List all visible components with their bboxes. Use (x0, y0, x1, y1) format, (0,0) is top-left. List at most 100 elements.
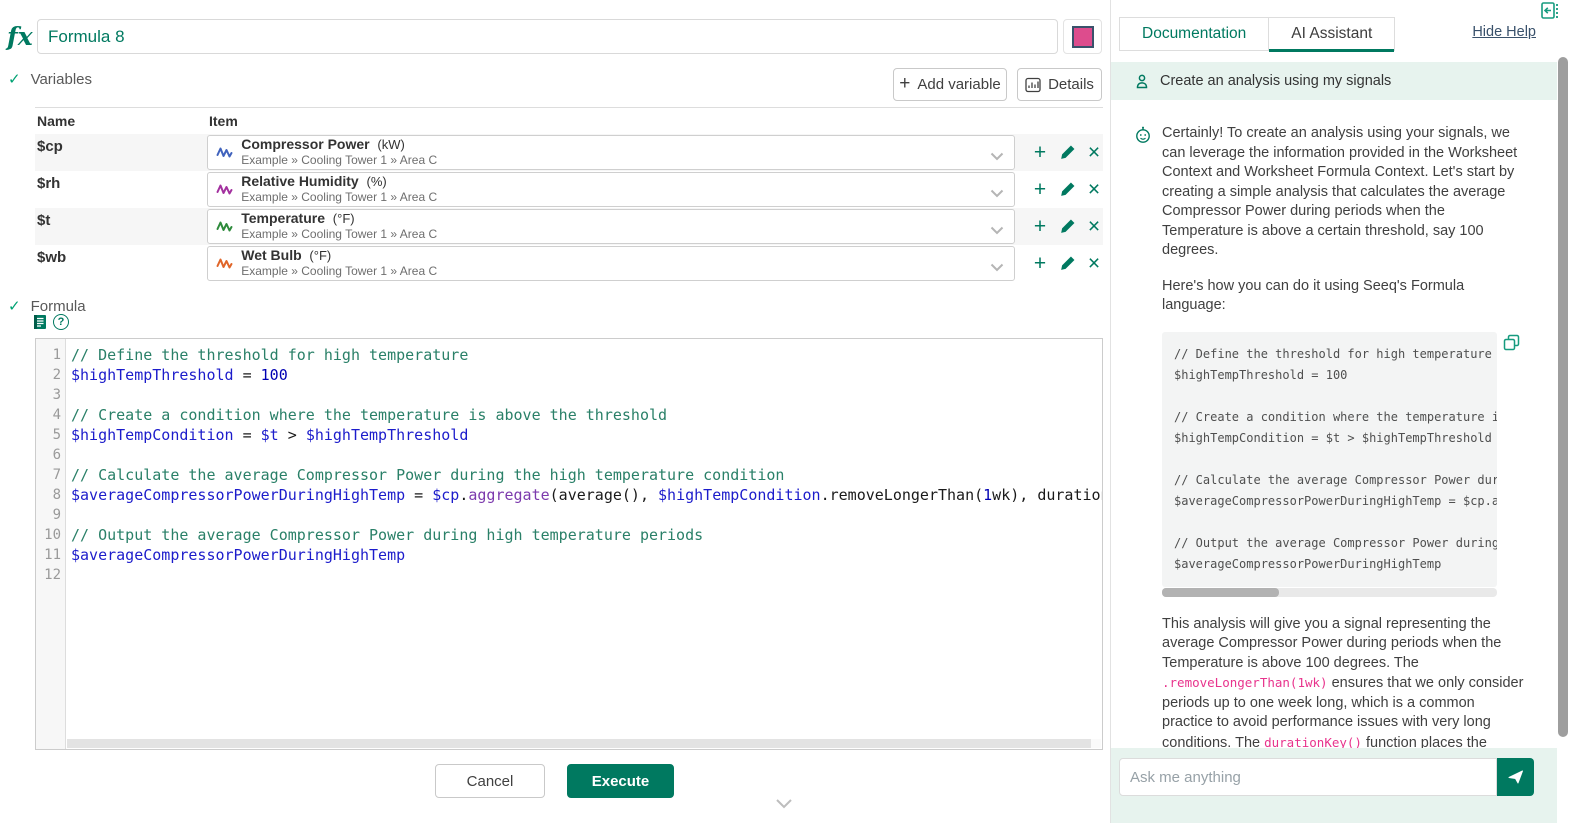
send-button[interactable] (1497, 758, 1534, 796)
signal-icon (216, 256, 233, 271)
signal-icon (216, 219, 233, 234)
chat-vertical-scrollbar[interactable] (1558, 55, 1568, 747)
editor-code-area[interactable]: // Define the threshold for high tempera… (66, 339, 1102, 749)
table-row: $cpCompressor Power (kW)Example » Coolin… (35, 134, 1103, 171)
code-line: $highTempThreshold = 100 (71, 365, 1102, 385)
variables-rows: $cpCompressor Power (kW)Example » Coolin… (35, 134, 1103, 282)
code-line (71, 505, 1102, 525)
code-line: // Calculate the average Compressor Powe… (71, 465, 1102, 485)
user-icon (1134, 73, 1150, 90)
user-message-text: Create an analysis using my signals (1160, 73, 1391, 89)
item-path: Example » Cooling Tower 1 » Area C (241, 190, 437, 204)
collapse-panel-icon[interactable] (1541, 2, 1560, 24)
formula-log-icon[interactable] (33, 314, 47, 330)
item-path: Example » Cooling Tower 1 » Area C (241, 153, 437, 167)
assistant-icon (1134, 126, 1152, 748)
add-row-button[interactable]: + (1031, 181, 1049, 199)
remove-row-button[interactable]: × (1085, 218, 1103, 236)
edit-row-button[interactable] (1058, 181, 1076, 199)
add-variable-button[interactable]: + Add variable (893, 68, 1007, 101)
fx-icon: fx (7, 22, 33, 51)
variable-name: $wb (35, 245, 207, 266)
item-dropdown[interactable]: Wet Bulb (°F)Example » Cooling Tower 1 »… (207, 246, 1015, 281)
signal-icon (216, 182, 233, 197)
chevron-down-icon (990, 148, 1004, 166)
check-icon: ✓ (8, 70, 21, 88)
assistant-message: Certainly! To create an analysis using y… (1111, 100, 1557, 748)
table-row: $wbWet Bulb (°F)Example » Cooling Tower … (35, 245, 1103, 282)
scrollbar-thumb[interactable] (1162, 588, 1279, 597)
cancel-button[interactable]: Cancel (435, 764, 545, 798)
execute-button[interactable]: Execute (567, 764, 674, 798)
code-line (71, 565, 1102, 585)
variable-name: $t (35, 208, 207, 229)
chevron-down-icon (990, 259, 1004, 277)
code-line: // Define the threshold for high tempera… (71, 345, 1102, 365)
code-line (71, 445, 1102, 465)
active-tab-indicator (1269, 49, 1394, 52)
edit-row-button[interactable] (1058, 144, 1076, 162)
item-name: Relative Humidity (%) (241, 173, 386, 189)
check-icon: ✓ (8, 297, 21, 315)
remove-row-button[interactable]: × (1085, 255, 1103, 273)
item-name: Compressor Power (kW) (241, 136, 405, 152)
add-row-button[interactable]: + (1031, 255, 1049, 273)
plus-icon: + (899, 73, 910, 95)
edit-row-button[interactable] (1058, 255, 1076, 273)
scrollbar-thumb[interactable] (1558, 57, 1568, 737)
assistant-code-block-wrap: // Define the threshold for high tempera… (1162, 332, 1514, 597)
variables-section-label: Variables (31, 71, 92, 88)
assistant-paragraph: Here's how you can do it using Seeq's Fo… (1162, 277, 1524, 316)
code-block-horizontal-scrollbar[interactable] (1162, 588, 1497, 597)
item-dropdown[interactable]: Compressor Power (kW)Example » Cooling T… (207, 135, 1015, 170)
item-dropdown[interactable]: Relative Humidity (%)Example » Cooling T… (207, 172, 1015, 207)
inline-code: durationKey() (1264, 735, 1362, 749)
code-line: $averageCompressorPowerDuringHighTemp = … (71, 485, 1102, 505)
help-icon[interactable]: ? (53, 314, 69, 330)
edit-row-button[interactable] (1058, 218, 1076, 236)
item-path: Example » Cooling Tower 1 » Area C (241, 227, 437, 241)
help-tabs: Documentation AI Assistant (1119, 17, 1395, 51)
scrollbar-thumb[interactable] (67, 739, 1091, 748)
variables-table-header: Name Item (35, 108, 1103, 134)
add-row-button[interactable]: + (1031, 218, 1049, 236)
formula-tool-panel: fx ✓ Variables + Add variable Details Na… (0, 0, 1110, 823)
assistant-code-block: // Define the threshold for high tempera… (1162, 332, 1497, 587)
details-button[interactable]: Details (1017, 68, 1102, 101)
color-swatch (1072, 26, 1094, 48)
remove-row-button[interactable]: × (1085, 181, 1103, 199)
column-header-name: Name (35, 113, 209, 129)
chevron-down-icon (990, 222, 1004, 240)
details-chart-icon (1025, 77, 1041, 93)
editor-line-numbers: 123456789101112 (36, 339, 66, 749)
item-dropdown[interactable]: Temperature (°F)Example » Cooling Tower … (207, 209, 1015, 244)
assistant-paragraph: This analysis will give you a signal rep… (1162, 615, 1524, 749)
tab-ai-assistant[interactable]: AI Assistant (1269, 18, 1394, 50)
code-line: // Output the average Compressor Power d… (71, 525, 1102, 545)
editor-horizontal-scrollbar[interactable] (67, 739, 1101, 748)
help-panel: Documentation AI Assistant Hide Help Cre… (1110, 0, 1589, 823)
code-line (71, 385, 1102, 405)
formula-section-label: Formula (31, 298, 86, 315)
item-path: Example » Cooling Tower 1 » Area C (241, 264, 437, 278)
formula-name-input[interactable] (37, 19, 1058, 54)
remove-row-button[interactable]: × (1085, 144, 1103, 162)
add-row-button[interactable]: + (1031, 144, 1049, 162)
chevron-down-icon[interactable] (775, 796, 793, 814)
formula-code-editor[interactable]: 123456789101112 // Define the threshold … (35, 338, 1103, 750)
chat-input-bar (1111, 748, 1557, 823)
copy-icon[interactable] (1503, 334, 1520, 356)
table-row: $tTemperature (°F)Example » Cooling Towe… (35, 208, 1103, 245)
tab-documentation[interactable]: Documentation (1120, 18, 1269, 50)
ask-input[interactable] (1119, 758, 1497, 796)
assistant-paragraph: Certainly! To create an analysis using y… (1162, 124, 1524, 261)
item-name: Wet Bulb (°F) (241, 247, 331, 263)
inline-code: .removeLongerThan(1wk) (1162, 675, 1328, 690)
color-swatch-button[interactable] (1063, 19, 1102, 54)
item-name: Temperature (°F) (241, 210, 354, 226)
hide-help-link[interactable]: Hide Help (1472, 24, 1536, 40)
table-row: $rhRelative Humidity (%)Example » Coolin… (35, 171, 1103, 208)
variables-table: Name Item $cpCompressor Power (kW)Exampl… (35, 107, 1103, 282)
chat-area: Create an analysis using my signals Cert… (1111, 55, 1557, 748)
variable-name: $cp (35, 134, 207, 155)
